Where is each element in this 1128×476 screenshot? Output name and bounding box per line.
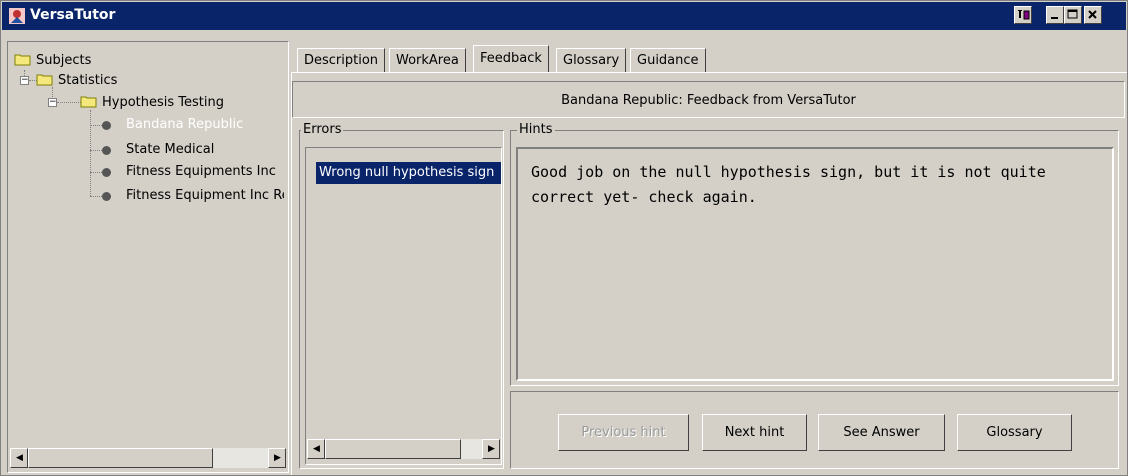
previous-hint-button[interactable]: Previous hint <box>558 414 689 451</box>
problem-leaf-icon <box>102 146 111 155</box>
tree-horizontal-scrollbar[interactable]: ◀ ▶ <box>10 448 286 468</box>
hint-text: Good job on the null hypothesis sign, bu… <box>531 163 1046 206</box>
tab-guidance[interactable]: Guidance <box>630 48 706 72</box>
tab-glossary[interactable]: Glossary <box>556 48 627 72</box>
problem-leaf-icon <box>102 192 111 201</box>
tree-label-problem-2: State Medical <box>126 142 215 157</box>
hints-label: Hints <box>517 122 555 137</box>
maximize-icon <box>1067 9 1078 19</box>
scroll-right-button[interactable]: ▶ <box>268 448 286 468</box>
tree-label-problem-3: Fitness Equipments Inc <box>126 164 276 179</box>
tree-label-statistics: Statistics <box>58 73 118 88</box>
tab-label: Description <box>304 53 379 68</box>
tree-node-problem-3[interactable]: Fitness Equipments Inc <box>126 162 276 182</box>
tab-feedback[interactable]: Feedback <box>473 45 549 73</box>
close-button[interactable] <box>1084 6 1102 24</box>
tree-node-statistics[interactable]: Statistics <box>36 71 117 91</box>
arrow-left-icon: ◀ <box>313 444 320 454</box>
app-logo-icon <box>9 8 25 24</box>
next-hint-button[interactable]: Next hint <box>702 414 807 451</box>
scroll-right-button[interactable]: ▶ <box>482 439 500 459</box>
problem-leaf-icon <box>102 168 111 177</box>
glossary-button[interactable]: Glossary <box>957 414 1072 451</box>
tab-description[interactable]: Description <box>297 48 386 72</box>
tree-node-problem-1[interactable]: Bandana Republic <box>126 115 243 135</box>
folder-open-icon <box>14 54 31 66</box>
feedback-header: Bandana Republic: Feedback from VersaTut… <box>292 81 1125 118</box>
folder-open-icon <box>36 74 53 86</box>
errors-label: Errors <box>301 122 344 137</box>
scroll-left-button[interactable]: ◀ <box>10 448 28 468</box>
minimize-icon <box>1051 17 1058 19</box>
close-icon <box>1088 10 1097 19</box>
tree-label-problem-1: Bandana Republic <box>126 117 244 132</box>
tree-node-subjects[interactable]: Subjects <box>14 51 91 71</box>
tree-node-problem-4[interactable]: Fitness Equipment Inc Re <box>126 186 284 206</box>
feedback-header-title: Bandana Republic: Feedback from VersaTut… <box>561 93 856 108</box>
errors-horizontal-scrollbar[interactable]: ◀ ▶ <box>307 439 500 459</box>
scroll-thumb[interactable] <box>28 448 213 468</box>
tree-label-hypothesis-testing: Hypothesis Testing <box>102 95 225 110</box>
collapse-statistics-icon[interactable]: − <box>20 76 29 85</box>
window-title: VersaTutor <box>30 7 116 23</box>
tab-label: Glossary <box>563 53 620 68</box>
tab-label: Guidance <box>637 53 699 68</box>
see-answer-button[interactable]: See Answer <box>818 414 945 451</box>
problem-leaf-icon <box>102 121 111 130</box>
errors-list[interactable] <box>305 147 502 465</box>
scroll-thumb[interactable] <box>325 439 461 459</box>
subject-tree-panel: Subjects − Statistics − Hypothesis Testi… <box>7 41 289 473</box>
tree-label-problem-4: Fitness Equipment Inc Re <box>126 188 284 203</box>
tree-node-hypothesis-testing[interactable]: Hypothesis Testing <box>80 93 224 113</box>
arrow-right-icon: ▶ <box>274 453 281 463</box>
pin-icon <box>1018 10 1030 20</box>
tab-label: Feedback <box>480 51 542 66</box>
tab-workarea[interactable]: WorkArea <box>389 48 466 72</box>
maximize-button[interactable] <box>1064 6 1082 24</box>
tree-node-problem-2[interactable]: State Medical <box>126 140 214 160</box>
minimize-button[interactable] <box>1046 6 1064 24</box>
arrow-right-icon: ▶ <box>488 444 495 454</box>
app-window: VersaTutor Subjects − Statistics − Hypot… <box>0 0 1128 476</box>
tree-label-subjects: Subjects <box>36 53 92 68</box>
tab-label: WorkArea <box>396 53 459 68</box>
pin-window-button[interactable] <box>1014 6 1032 24</box>
arrow-left-icon: ◀ <box>16 453 23 463</box>
collapse-hypothesis-icon[interactable]: − <box>48 98 57 107</box>
folder-open-icon <box>80 96 97 108</box>
scroll-left-button[interactable]: ◀ <box>307 439 325 459</box>
error-list-item[interactable]: Wrong null hypothesis sign <box>316 162 501 184</box>
tree-connector <box>90 110 91 196</box>
title-bar[interactable]: VersaTutor <box>2 2 1126 30</box>
